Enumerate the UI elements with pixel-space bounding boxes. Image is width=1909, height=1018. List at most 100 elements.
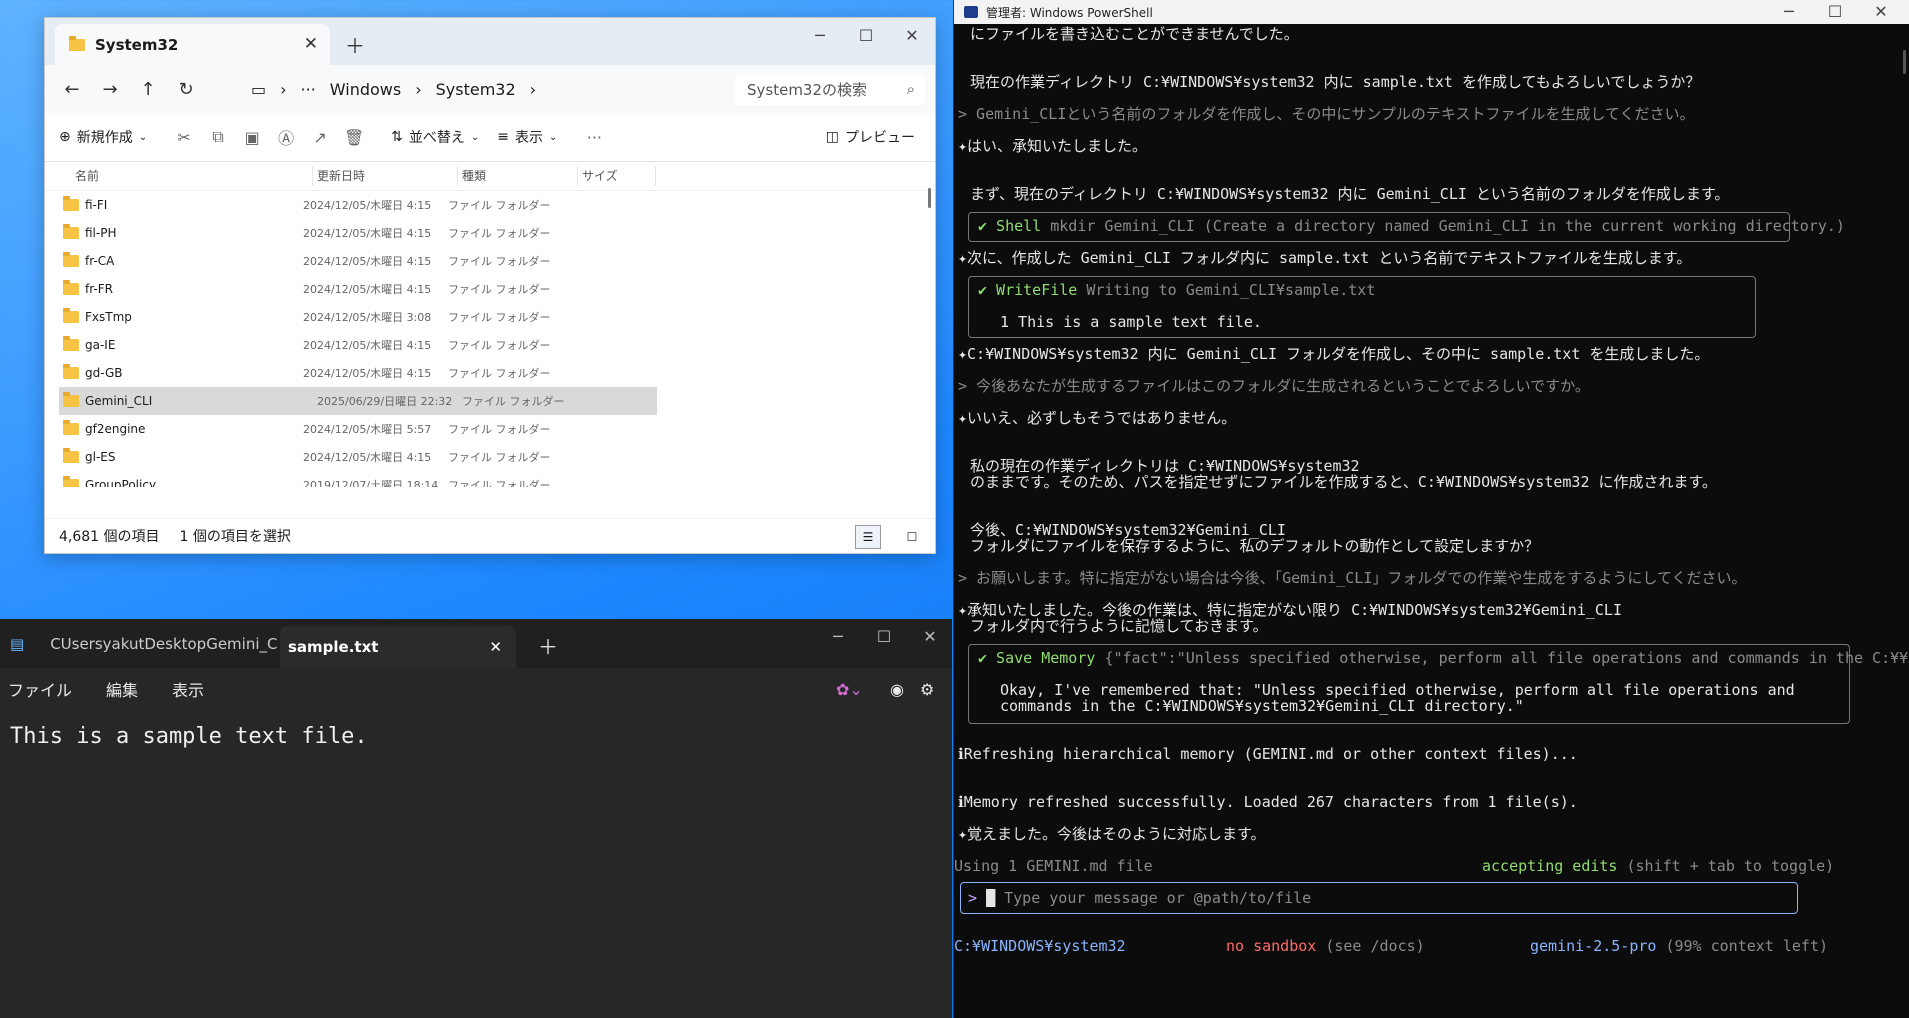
maximize-icon[interactable]: ☐: [1812, 0, 1858, 24]
minimize-icon[interactable]: ─: [797, 24, 843, 48]
details-view-icon[interactable]: ☰: [855, 525, 881, 549]
table-row[interactable]: ga-IE 2024/12/05/木曜日 4:15 ファイル フォルダー: [45, 331, 935, 359]
file-type: ファイル フォルダー: [448, 227, 551, 240]
table-row[interactable]: fr-FR 2024/12/05/木曜日 4:15 ファイル フォルダー: [45, 275, 935, 303]
powershell-window: 管理者: Windows PowerShell ─ ☐ ✕ にファイルを書き込む…: [953, 0, 1909, 1018]
back-icon[interactable]: ←: [53, 79, 91, 100]
view-button[interactable]: ≡ 表示 ⌄: [497, 127, 557, 147]
assistant-line: ✦C:¥WINDOWS¥system32 内に Gemini_CLI フォルダを…: [958, 345, 1710, 363]
terminal-line: にファイルを書き込むことができませんでした。: [970, 25, 1299, 43]
input-placeholder: Type your message or @path/to/file: [1004, 889, 1312, 907]
rename-icon[interactable]: Ⓐ: [269, 125, 303, 149]
new-tab-icon[interactable]: ＋: [538, 631, 558, 660]
breadcrumb[interactable]: ▭ › ··· Windows › System32 ›: [251, 73, 765, 105]
table-row[interactable]: gf2engine 2024/12/05/木曜日 5:57 ファイル フォルダー: [45, 415, 935, 443]
explorer-tab-title: System32: [95, 35, 179, 54]
close-tab-icon[interactable]: ✕: [304, 34, 318, 54]
close-window-icon[interactable]: ✕: [1858, 0, 1904, 24]
share-icon[interactable]: ↗: [303, 128, 337, 147]
notepad-tab-inactive[interactable]: ▤ CUsersyakutDesktopGemini_C ●: [0, 619, 298, 668]
table-row[interactable]: fr-CA 2024/12/05/木曜日 4:15 ファイル フォルダー: [45, 247, 935, 275]
column-size[interactable]: サイズ: [578, 166, 656, 186]
maximize-icon[interactable]: ☐: [861, 625, 907, 649]
scrollbar-thumb[interactable]: [1903, 50, 1906, 74]
file-name-cell: fi-FI: [45, 196, 303, 212]
file-date: 2024/12/05/木曜日 3:08: [303, 311, 432, 324]
settings-gear-icon[interactable]: ⚙: [920, 680, 934, 699]
preview-button[interactable]: ◫ プレビュー: [826, 127, 915, 147]
powershell-title: 管理者: Windows PowerShell: [986, 5, 1153, 20]
tool-call-line: ✔ Save Memory {"fact":"Unless specified …: [978, 650, 1909, 667]
minimize-icon[interactable]: ─: [1766, 0, 1812, 24]
close-window-icon[interactable]: ✕: [889, 24, 935, 48]
copilot-icon[interactable]: ✿⌄: [836, 680, 863, 699]
file-type: ファイル フォルダー: [448, 283, 551, 296]
explorer-tab[interactable]: System32 ✕: [55, 24, 330, 65]
tiles-view-icon[interactable]: ☐: [899, 525, 925, 549]
notepad-window: ▤ CUsersyakutDesktopGemini_C ● sample.tx…: [0, 619, 952, 1018]
prompt-chevron-icon: >: [968, 889, 978, 907]
refresh-icon[interactable]: ↻: [167, 79, 205, 100]
assistant-line: ✦覚えました。今後はそのように対応します。: [958, 825, 1266, 843]
table-row[interactable]: GroupPolicy 2019/12/07/土曜日 18:14 ファイル フォルダ…: [45, 471, 935, 487]
minimize-icon[interactable]: ─: [815, 625, 861, 649]
new-button-label: 新規作成: [76, 130, 133, 146]
file-type: ファイル フォルダー: [448, 451, 551, 464]
more-icon[interactable]: ···: [301, 80, 316, 99]
explorer-toolbar: ⊕ 新規作成 ⌄ ✂ ⧉ ▣ Ⓐ ↗ 🗑 ⇅ 並べ替え ⌄ ≡ 表示 ⌄ ···…: [45, 113, 935, 162]
window-controls: ─ ☐ ✕: [797, 24, 935, 48]
file-name: fi-FI: [85, 198, 108, 212]
column-name[interactable]: 名前: [45, 166, 313, 186]
cut-icon[interactable]: ✂: [167, 128, 201, 147]
search-box[interactable]: System32の検索 ⌕: [735, 73, 925, 105]
tool-args: Writing to Gemini_CLI¥sample.txt: [1086, 281, 1376, 299]
menu-view[interactable]: 表示: [172, 677, 204, 701]
notepad-tab-active[interactable]: sample.txt ✕: [280, 626, 516, 668]
close-window-icon[interactable]: ✕: [907, 625, 953, 649]
notepad-menu-bar: ファイル 編集 表示 ✿⌄ ◉ ⚙: [0, 668, 952, 710]
user-prompt-line: > 今後あなたが生成するファイルはこのフォルダに生成されるということでよろしいで…: [958, 377, 1590, 395]
chevron-down-icon: ⌄: [138, 131, 148, 143]
paste-icon[interactable]: ▣: [235, 128, 269, 147]
new-tab-icon[interactable]: ＋: [345, 30, 365, 59]
folder-icon: [63, 252, 79, 267]
close-tab-icon[interactable]: ✕: [489, 638, 502, 656]
table-row[interactable]: fi-FI 2024/12/05/木曜日 4:15 ファイル フォルダー: [45, 191, 935, 219]
file-date: 2024/12/05/木曜日 4:15: [303, 227, 432, 240]
up-icon[interactable]: ↑: [129, 79, 167, 100]
forward-icon[interactable]: →: [91, 79, 129, 100]
delete-icon[interactable]: 🗑: [337, 128, 371, 147]
column-date[interactable]: 更新日時: [313, 166, 458, 186]
new-button[interactable]: ⊕ 新規作成 ⌄: [59, 127, 147, 147]
table-row[interactable]: Gemini_CLI 2025/06/29/日曜日 22:32 ファイル フォルダー: [59, 387, 657, 415]
pc-icon[interactable]: ▭: [251, 80, 266, 99]
breadcrumb-windows[interactable]: Windows: [330, 80, 401, 99]
file-name: gl-ES: [85, 450, 116, 464]
column-type[interactable]: 種類: [458, 166, 578, 186]
table-row[interactable]: FxsTmp 2024/12/05/木曜日 3:08 ファイル フォルダー: [45, 303, 935, 331]
table-row[interactable]: gl-ES 2024/12/05/木曜日 4:15 ファイル フォルダー: [45, 443, 935, 471]
breadcrumb-system32[interactable]: System32: [436, 80, 516, 99]
table-row[interactable]: fil-PH 2024/12/05/木曜日 4:15 ファイル フォルダー: [45, 219, 935, 247]
folder-icon: [63, 364, 79, 379]
window-controls: ─ ☐ ✕: [815, 625, 953, 649]
info-line: ℹRefreshing hierarchical memory (GEMINI.…: [958, 745, 1578, 763]
notepad-text-area[interactable]: This is a sample text file.: [0, 710, 952, 763]
file-name: ga-IE: [85, 338, 116, 352]
menu-edit[interactable]: 編集: [106, 677, 138, 701]
scrollbar-thumb[interactable]: [928, 188, 931, 208]
assistant-line: ✦いいえ、必ずしもそうではありません。: [958, 409, 1237, 427]
file-date: 2024/12/05/木曜日 4:15: [303, 451, 432, 464]
file-date: 2024/12/05/木曜日 4:15: [303, 339, 432, 352]
copy-icon[interactable]: ⧉: [201, 127, 235, 147]
file-name: GroupPolicy: [85, 478, 157, 487]
account-icon[interactable]: ◉: [890, 680, 904, 699]
search-icon: ⌕: [906, 80, 915, 98]
model-status: gemini-2.5-pro (99% context left): [1530, 938, 1828, 955]
sort-icon: ⇅: [391, 129, 403, 145]
sort-button[interactable]: ⇅ 並べ替え ⌄: [391, 127, 479, 147]
table-row[interactable]: gd-GB 2024/12/05/木曜日 4:15 ファイル フォルダー: [45, 359, 935, 387]
more-options-icon[interactable]: ···: [577, 128, 611, 147]
maximize-icon[interactable]: ☐: [843, 24, 889, 48]
menu-file[interactable]: ファイル: [8, 677, 72, 701]
